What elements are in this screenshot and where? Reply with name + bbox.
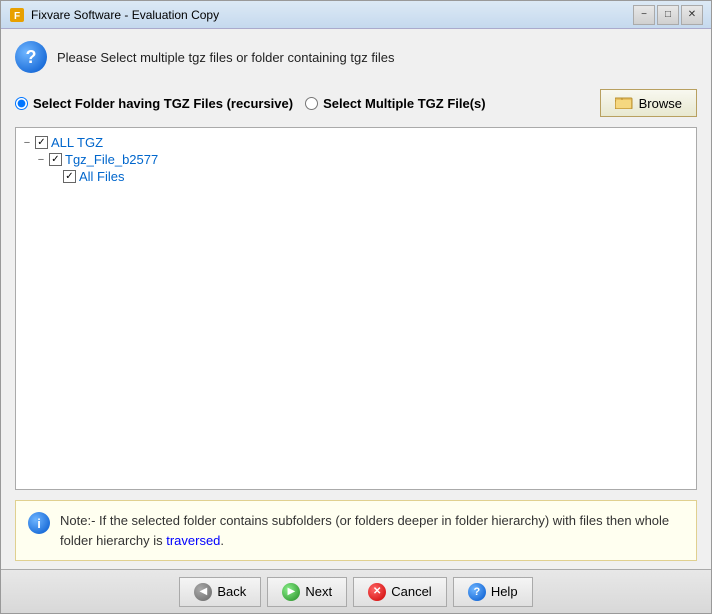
minimize-button[interactable]: − [633, 5, 655, 25]
expand-all-files [50, 171, 60, 183]
title-bar: F Fixvare Software - Evaluation Copy − □… [1, 1, 711, 29]
header-row: ? Please Select multiple tgz files or fo… [15, 41, 697, 79]
question-icon: ? [15, 41, 47, 73]
note-text-after: . [220, 533, 224, 548]
cancel-icon: ✕ [368, 583, 386, 601]
app-icon: F [9, 7, 25, 23]
note-info-icon: i [28, 512, 50, 534]
radio-folder[interactable] [15, 97, 28, 110]
checkbox-all-files[interactable]: ✓ [63, 170, 76, 183]
help-button[interactable]: ? Help [453, 577, 533, 607]
note-highlight: traversed [166, 533, 220, 548]
options-row: Select Folder having TGZ Files (recursiv… [15, 89, 697, 117]
footer: ◀ Back ▶ Next ✕ Cancel ? Help [1, 569, 711, 613]
browse-label: Browse [639, 96, 682, 111]
checkbox-tgz-file[interactable]: ✓ [49, 153, 62, 166]
expand-tgz-file[interactable]: − [36, 154, 46, 166]
tree-label-tgz-file[interactable]: Tgz_File_b2577 [65, 152, 158, 167]
help-icon: ? [468, 583, 486, 601]
checkbox-all-tgz[interactable]: ✓ [35, 136, 48, 149]
cancel-label: Cancel [391, 584, 431, 599]
next-button[interactable]: ▶ Next [267, 577, 347, 607]
main-content: ? Please Select multiple tgz files or fo… [1, 29, 711, 569]
maximize-button[interactable]: □ [657, 5, 679, 25]
close-button[interactable]: ✕ [681, 5, 703, 25]
help-label: Help [491, 584, 518, 599]
window-title: Fixvare Software - Evaluation Copy [31, 8, 633, 22]
next-icon: ▶ [282, 583, 300, 601]
tree-label-all-files[interactable]: All Files [79, 169, 125, 184]
cancel-button[interactable]: ✕ Cancel [353, 577, 446, 607]
file-tree-panel[interactable]: − ✓ ALL TGZ − ✓ Tgz_File_b2577 ✓ [15, 127, 697, 490]
folder-icon [615, 95, 633, 112]
window-controls: − □ ✕ [633, 5, 703, 25]
tree-item-all-tgz[interactable]: − ✓ ALL TGZ [22, 134, 690, 151]
expand-all-tgz[interactable]: − [22, 137, 32, 149]
note-text-before: Note:- If the selected folder contains s… [60, 513, 669, 548]
back-icon: ◀ [194, 583, 212, 601]
radio-folder-label[interactable]: Select Folder having TGZ Files (recursiv… [15, 96, 293, 111]
note-text: Note:- If the selected folder contains s… [60, 511, 684, 550]
note-box: i Note:- If the selected folder contains… [15, 500, 697, 561]
header-text: Please Select multiple tgz files or fold… [57, 50, 394, 65]
radio-folder-text: Select Folder having TGZ Files (recursiv… [33, 96, 293, 111]
tree-item-all-files[interactable]: ✓ All Files [50, 168, 690, 185]
back-label: Back [217, 584, 246, 599]
svg-text:F: F [14, 11, 20, 22]
browse-button[interactable]: Browse [600, 89, 697, 117]
radio-files[interactable] [305, 97, 318, 110]
main-window: F Fixvare Software - Evaluation Copy − □… [0, 0, 712, 614]
radio-files-label[interactable]: Select Multiple TGZ File(s) [305, 96, 486, 111]
tree-label-all-tgz[interactable]: ALL TGZ [51, 135, 103, 150]
back-button[interactable]: ◀ Back [179, 577, 261, 607]
radio-files-text: Select Multiple TGZ File(s) [323, 96, 486, 111]
next-label: Next [305, 584, 332, 599]
tree-item-tgz-file[interactable]: − ✓ Tgz_File_b2577 [36, 151, 690, 168]
